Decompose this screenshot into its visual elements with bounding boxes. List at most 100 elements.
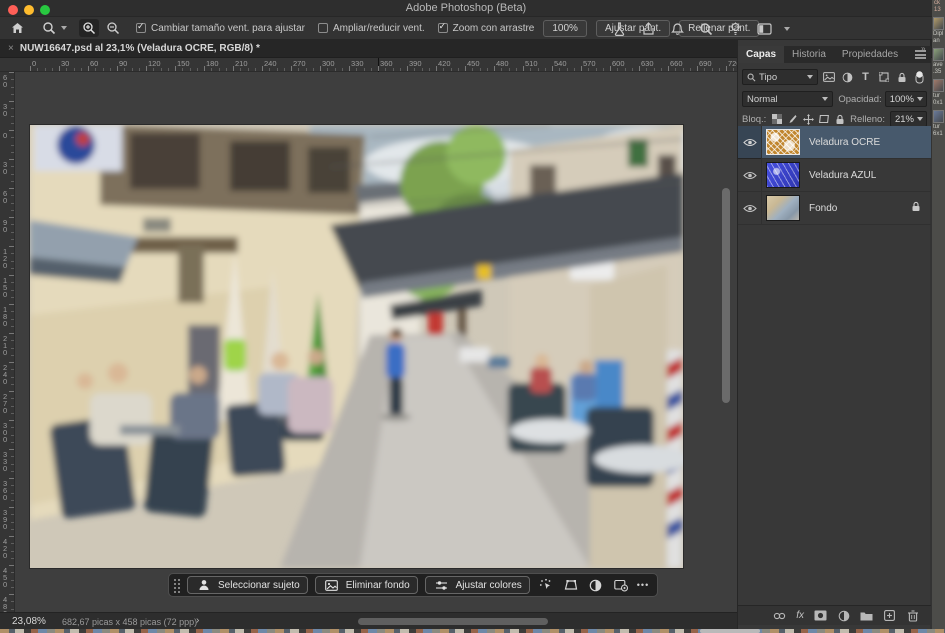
remove-background-button[interactable]: Eliminar fondo (315, 576, 418, 594)
button-label: Eliminar fondo (346, 580, 410, 591)
vertical-ruler[interactable]: 6 03 003 06 09 01 2 01 5 01 8 02 1 02 4 … (0, 72, 15, 612)
chevron-down-icon (917, 97, 923, 101)
layer-row-veladura-azul[interactable]: Veladura AZUL (738, 159, 931, 192)
visibility-toggle[interactable] (738, 126, 762, 159)
transform-icon[interactable] (562, 576, 580, 594)
ruler-label: 2 4 0 (3, 364, 13, 385)
lock-pixels-brush-icon[interactable] (787, 112, 798, 127)
canvas-image[interactable] (30, 125, 683, 568)
background-text-fragment: 13 (932, 7, 945, 14)
blend-mode-dropdown[interactable]: Normal (742, 91, 833, 107)
ruler-tick (552, 66, 553, 71)
document-tab-title[interactable]: NUW16647.psd al 23,1% (Veladura OCRE, RG… (20, 43, 260, 54)
link-layers-icon[interactable] (773, 609, 786, 622)
fill-value[interactable]: 21% (890, 111, 927, 127)
lock-artboard-icon[interactable] (819, 112, 830, 127)
select-subject-button[interactable]: Seleccionar sujeto (187, 576, 308, 594)
layer-name[interactable]: Veladura OCRE (809, 137, 931, 148)
layer-row-fondo[interactable]: Fondo (738, 192, 931, 225)
tab-propiedades[interactable]: Propiedades (834, 46, 906, 63)
zoom-percentage[interactable]: 23,08% (12, 616, 46, 627)
zoom-in-button[interactable] (79, 19, 99, 37)
taskbar-drag-handle[interactable] (173, 578, 180, 593)
workspace-switcher-icon[interactable] (755, 20, 773, 38)
ruler-tick-minor (617, 68, 618, 71)
layer-thumbnail[interactable] (767, 163, 799, 187)
tap-select-icon[interactable] (537, 576, 555, 594)
canvas-horizontal-scrollbar[interactable] (358, 618, 548, 625)
layer-filter-dropdown[interactable]: Tipo (742, 69, 818, 85)
layer-thumbnail[interactable] (767, 130, 799, 154)
filter-adjustment-layers-icon[interactable] (840, 70, 854, 85)
new-layer-icon[interactable] (883, 609, 896, 622)
image-settings-icon[interactable] (612, 576, 630, 594)
notifications-bell-icon[interactable] (668, 20, 686, 38)
beta-flask-icon[interactable] (610, 20, 628, 38)
lock-all-icon[interactable] (835, 112, 846, 127)
lock-position-icon[interactable] (803, 112, 814, 127)
ruler-tick-minor (559, 68, 560, 71)
eye-icon (743, 171, 757, 180)
zoom-windows-checkbox[interactable]: Ampliar/reducir vent. (318, 23, 425, 34)
visibility-toggle[interactable] (738, 159, 762, 192)
options-right-icons (610, 17, 790, 40)
ruler-tick-minor (385, 68, 386, 71)
chevron-down-icon[interactable] (784, 27, 790, 31)
magnifier-icon (40, 19, 58, 37)
chevron-down-icon (61, 26, 67, 30)
new-group-folder-icon[interactable] (860, 609, 873, 622)
ruler-tick-minor (219, 68, 220, 71)
layer-row-veladura-ocre[interactable]: Veladura OCRE (738, 126, 931, 159)
filter-type-layers-icon[interactable]: T (858, 70, 872, 85)
search-icon[interactable] (697, 20, 715, 38)
resize-windows-checkbox[interactable]: Cambiar tamaño vent. para ajustar (136, 23, 305, 34)
zoom-out-icon (106, 21, 120, 35)
ruler-tick-minor (400, 68, 401, 71)
layer-effects-icon[interactable]: fx (796, 610, 804, 621)
add-mask-icon[interactable] (814, 609, 827, 622)
filter-toggle-icon[interactable] (913, 70, 927, 85)
ruler-tick (494, 66, 495, 71)
scrubby-zoom-checkbox[interactable]: Zoom con arrastre (438, 23, 535, 34)
layer-name[interactable]: Fondo (809, 203, 911, 214)
collapse-panels-icon[interactable]: » (921, 44, 924, 53)
adjust-colors-button[interactable]: Ajustar colores (425, 576, 530, 594)
horizontal-ruler[interactable]: 0306090120150180210240270300330360390420… (0, 58, 737, 72)
tab-capas[interactable]: Capas (738, 46, 784, 63)
opacity-value[interactable]: 100% (885, 91, 927, 107)
visibility-toggle[interactable] (738, 192, 762, 225)
canvas-vertical-scrollbar[interactable] (722, 188, 730, 403)
layer-thumbnail[interactable] (767, 196, 799, 220)
ruler-tick (9, 507, 14, 508)
more-options-icon[interactable]: ••• (637, 580, 649, 590)
home-button[interactable] (8, 19, 26, 37)
delete-layer-trash-icon[interactable] (906, 609, 919, 622)
photoshop-window: Adobe Photoshop (Beta) Cambiar tamaño ve… (0, 0, 945, 633)
share-icon[interactable] (639, 20, 657, 38)
zoom-100-button[interactable]: 100% (543, 20, 587, 37)
ruler-tick (9, 72, 14, 73)
filter-smart-objects-icon[interactable] (895, 70, 909, 85)
ruler-label: 300 (322, 59, 335, 68)
tab-historia[interactable]: Historia (784, 46, 834, 63)
ruler-tick (88, 66, 89, 71)
ruler-tick-minor (327, 68, 328, 71)
tab-close-icon[interactable]: × (8, 43, 14, 54)
zoom-out-button[interactable] (103, 19, 123, 37)
zoom-tool-button[interactable] (40, 19, 67, 37)
lock-transparency-icon[interactable] (771, 112, 782, 127)
add-adjustment-icon[interactable] (837, 609, 850, 622)
ruler-tick (668, 66, 669, 71)
discover-lightbulb-icon[interactable] (726, 20, 744, 38)
ruler-label: 3 6 0 (3, 480, 13, 501)
ruler-tick-minor (45, 68, 46, 71)
layer-name[interactable]: Veladura AZUL (809, 170, 931, 181)
status-chevron-icon[interactable]: › (196, 615, 199, 626)
filter-pixel-layers-icon[interactable] (822, 70, 836, 85)
blend-mode-value: Normal (747, 94, 778, 105)
filter-shape-layers-icon[interactable] (877, 70, 891, 85)
adjustment-circle-icon[interactable] (587, 576, 605, 594)
ruler-tick (9, 391, 14, 392)
ruler-label: 690 (699, 59, 712, 68)
background-thumbnail (933, 17, 944, 30)
